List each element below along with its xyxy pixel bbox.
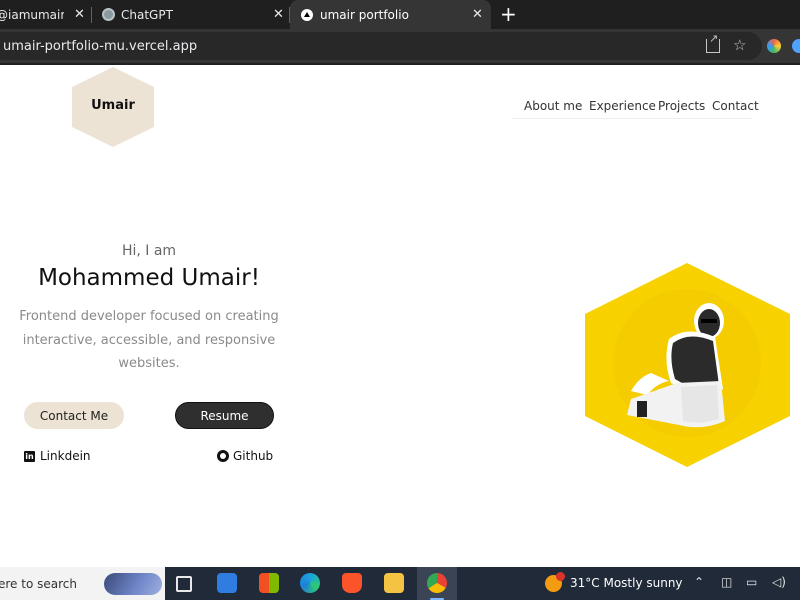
tab-title: @iamumair003 (0, 7, 64, 22)
browser-tab-strip: @iamumair003 ✕ ChatGPT ✕ umair portfolio… (0, 0, 800, 29)
nav-projects[interactable]: Projects (658, 99, 705, 113)
hero-name: Mohammed Umair! (38, 265, 260, 291)
bookmark-star-icon[interactable]: ☆ (733, 36, 746, 54)
tab-title: umair portfolio (320, 7, 409, 22)
weather-text[interactable]: 31°C Mostly sunny (570, 576, 683, 590)
microsoft-store-icon[interactable] (259, 573, 279, 593)
tab-title: ChatGPT (121, 7, 173, 22)
tab-twitter[interactable]: @iamumair003 ✕ (0, 0, 92, 29)
profile-photo-hexagon (585, 263, 790, 467)
nav-about-me[interactable]: About me (524, 99, 582, 113)
tab-umair-portfolio[interactable]: umair portfolio ✕ (290, 0, 491, 29)
mail-icon[interactable] (217, 573, 237, 593)
new-tab-button[interactable]: + (500, 3, 517, 25)
nav-contact[interactable]: Contact (712, 99, 759, 113)
linkedin-link[interactable]: in Linkdein (24, 449, 91, 463)
vercel-favicon-icon (301, 9, 313, 21)
task-view-icon[interactable] (176, 576, 192, 592)
portfolio-page: Umair About me Experience Projects Conta… (0, 65, 800, 567)
url-text[interactable]: umair-portfolio-mu.vercel.app (3, 39, 197, 54)
profile-icon[interactable] (792, 39, 800, 53)
battery-icon[interactable]: ▭ (746, 575, 757, 589)
contact-me-button[interactable]: Contact Me (24, 402, 124, 429)
network-icon[interactable]: ◫ (721, 575, 732, 589)
linkedin-label: Linkdein (40, 449, 91, 463)
close-tab-icon[interactable]: ✕ (273, 7, 284, 22)
extension-icon[interactable] (767, 39, 781, 53)
volume-icon[interactable]: ◁) (772, 575, 786, 589)
edge-browser-icon[interactable] (300, 573, 320, 593)
github-link[interactable]: Github (217, 449, 273, 463)
github-icon (217, 450, 229, 462)
close-tab-icon[interactable]: ✕ (472, 7, 483, 22)
linkedin-icon: in (24, 450, 35, 462)
resume-button[interactable]: Resume (175, 402, 274, 429)
github-label: Github (233, 449, 274, 463)
tray-chevron-icon[interactable]: ⌃ (694, 575, 704, 589)
file-explorer-icon[interactable] (384, 573, 404, 593)
greeting-text: Hi, I am (121, 243, 177, 259)
taskbar-search-placeholder: ere to search (0, 577, 77, 591)
logo-text[interactable]: Umair (72, 98, 154, 113)
tab-separator (91, 7, 92, 23)
tab-chatgpt[interactable]: ChatGPT ✕ (94, 0, 288, 29)
hero-description: Frontend developer focused on creating i… (19, 309, 279, 371)
share-icon[interactable] (706, 32, 720, 53)
brave-browser-icon[interactable] (342, 573, 362, 593)
nav-experience[interactable]: Experience (589, 99, 656, 113)
notification-badge (556, 572, 565, 581)
chatgpt-favicon-icon (102, 8, 115, 21)
main-nav: About me Experience Projects Contact (512, 99, 759, 119)
chrome-browser-icon[interactable] (427, 573, 447, 593)
search-highlight-image (104, 573, 162, 595)
close-tab-icon[interactable]: ✕ (74, 7, 85, 22)
